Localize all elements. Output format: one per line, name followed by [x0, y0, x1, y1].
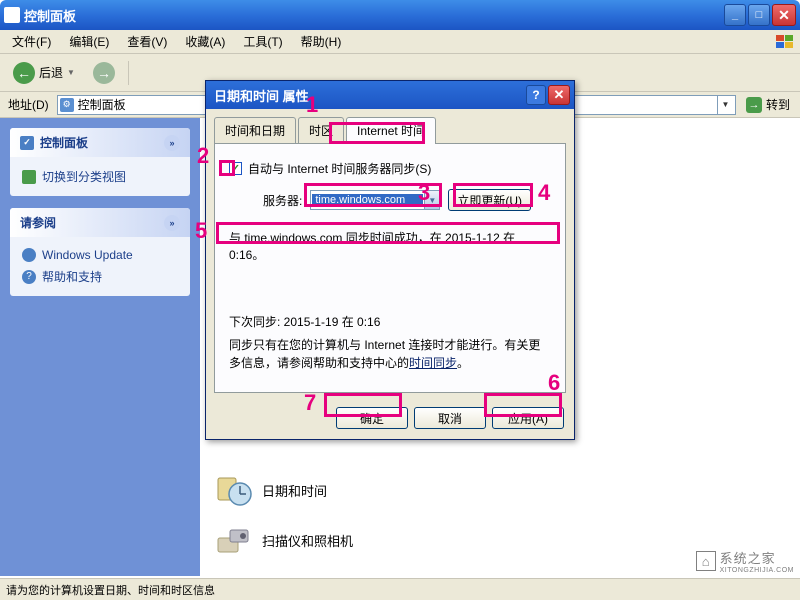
dialog-buttons: 确定 取消 应用(A): [206, 401, 574, 439]
cp-item-label: 扫描仪和照相机: [262, 531, 353, 550]
ok-button[interactable]: 确定: [336, 407, 408, 429]
chevron-icon: »: [164, 215, 180, 231]
switch-icon: [22, 170, 36, 184]
menu-file[interactable]: 文件(F): [4, 31, 59, 52]
windows-update-link[interactable]: Windows Update: [22, 245, 178, 265]
dialog-title: 日期和时间 属性: [210, 86, 526, 105]
menubar: 文件(F) 编辑(E) 查看(V) 收藏(A) 工具(T) 帮助(H): [0, 30, 800, 54]
menu-help[interactable]: 帮助(H): [293, 31, 350, 52]
update-now-button[interactable]: 立即更新(U): [448, 189, 531, 211]
sidebar-panel-control: ✓ 控制面板 » 切换到分类视图: [10, 128, 190, 196]
panel-title: 控制面板: [40, 134, 88, 151]
dialog-titlebar: 日期和时间 属性 ? ✕: [206, 81, 574, 109]
auto-sync-label: 自动与 Internet 时间服务器同步(S): [248, 160, 431, 177]
tab-timezone[interactable]: 时区: [298, 117, 344, 143]
sidebar-panel-seealso: 请参阅 » Windows Update ? 帮助和支持: [10, 208, 190, 296]
combobox-dropdown-icon[interactable]: ▼: [424, 191, 439, 209]
back-button[interactable]: ← 后退 ▼: [6, 58, 82, 88]
address-label: 地址(D): [4, 96, 53, 113]
watermark: ⌂ 系统之家 XITONGZHIJIA.COM: [696, 548, 794, 574]
sidebar-header[interactable]: ✓ 控制面板 »: [10, 128, 190, 157]
server-row: 服务器: time.windows.com ▼ 立即更新(U): [263, 189, 551, 211]
help-icon: ?: [22, 270, 36, 284]
go-button[interactable]: → 转到: [740, 94, 796, 115]
windows-logo-icon: [774, 33, 796, 51]
house-icon: ⌂: [696, 551, 716, 571]
datetime-properties-dialog: 日期和时间 属性 ? ✕ 时间和日期 时区 Internet 时间 ✓ 自动与 …: [205, 80, 575, 440]
tab-datetime[interactable]: 时间和日期: [214, 117, 296, 143]
scanner-camera-icon: [216, 522, 252, 558]
time-sync-link[interactable]: 时间同步: [409, 356, 457, 370]
auto-sync-checkbox[interactable]: ✓: [229, 162, 242, 175]
sidebar-header[interactable]: 请参阅 »: [10, 208, 190, 237]
sync-note: 同步只有在您的计算机与 Internet 连接时才能进行。有关更多信息，请参阅帮…: [229, 336, 551, 372]
chevron-icon: »: [164, 135, 180, 151]
forward-arrow-icon: →: [93, 62, 115, 84]
switch-view-link[interactable]: 切换到分类视图: [22, 165, 178, 188]
tab-panel-internet-time: ✓ 自动与 Internet 时间服务器同步(S) 服务器: time.wind…: [214, 143, 566, 393]
cp-item-label: 日期和时间: [262, 481, 327, 500]
menu-tools[interactable]: 工具(T): [235, 31, 290, 52]
tab-internet-time[interactable]: Internet 时间: [346, 117, 436, 144]
menu-favorites[interactable]: 收藏(A): [177, 31, 233, 52]
close-button[interactable]: ✕: [772, 4, 796, 26]
maximize-button[interactable]: □: [748, 4, 770, 26]
back-arrow-icon: ←: [13, 62, 35, 84]
tab-strip: 时间和日期 时区 Internet 时间: [206, 109, 574, 143]
go-arrow-icon: →: [746, 97, 762, 113]
cancel-button[interactable]: 取消: [414, 407, 486, 429]
status-text: 请为您的计算机设置日期、时间和时区信息: [6, 582, 215, 598]
cp-item-datetime[interactable]: 日期和时间: [216, 472, 784, 508]
checkmark-icon: ✓: [20, 136, 34, 150]
window-title: 控制面板: [24, 6, 724, 25]
server-value: time.windows.com: [312, 194, 423, 206]
panel-title: 请参阅: [20, 214, 56, 231]
go-label: 转到: [766, 96, 790, 113]
back-label: 后退: [39, 64, 63, 81]
next-sync-text: 下次同步: 2015-1-19 在 0:16: [229, 313, 551, 330]
server-label: 服务器:: [263, 192, 302, 209]
forward-button[interactable]: →: [86, 58, 122, 88]
app-icon: [4, 7, 20, 23]
minimize-button[interactable]: _: [724, 4, 746, 26]
apply-button[interactable]: 应用(A): [492, 407, 564, 429]
titlebar: 控制面板 _ □ ✕: [0, 0, 800, 30]
dialog-close-button[interactable]: ✕: [548, 85, 570, 105]
menu-view[interactable]: 查看(V): [119, 31, 175, 52]
address-dropdown-icon[interactable]: ▼: [717, 96, 733, 114]
datetime-icon: [216, 472, 252, 508]
sync-status-text: 与 time.windows.com 同步时间成功，在 2015-1-12 在 …: [229, 229, 551, 263]
help-support-link[interactable]: ? 帮助和支持: [22, 265, 178, 288]
globe-icon: [22, 248, 36, 262]
control-panel-icon: ⚙: [60, 98, 74, 112]
auto-sync-row: ✓ 自动与 Internet 时间服务器同步(S): [229, 160, 551, 177]
server-combobox[interactable]: time.windows.com ▼: [310, 190, 440, 210]
menu-edit[interactable]: 编辑(E): [61, 31, 117, 52]
separator: [128, 61, 129, 85]
sidebar: ✓ 控制面板 » 切换到分类视图 请参阅 »: [0, 118, 200, 576]
dialog-help-button[interactable]: ?: [526, 85, 546, 105]
statusbar: 请为您的计算机设置日期、时间和时区信息: [0, 578, 800, 600]
